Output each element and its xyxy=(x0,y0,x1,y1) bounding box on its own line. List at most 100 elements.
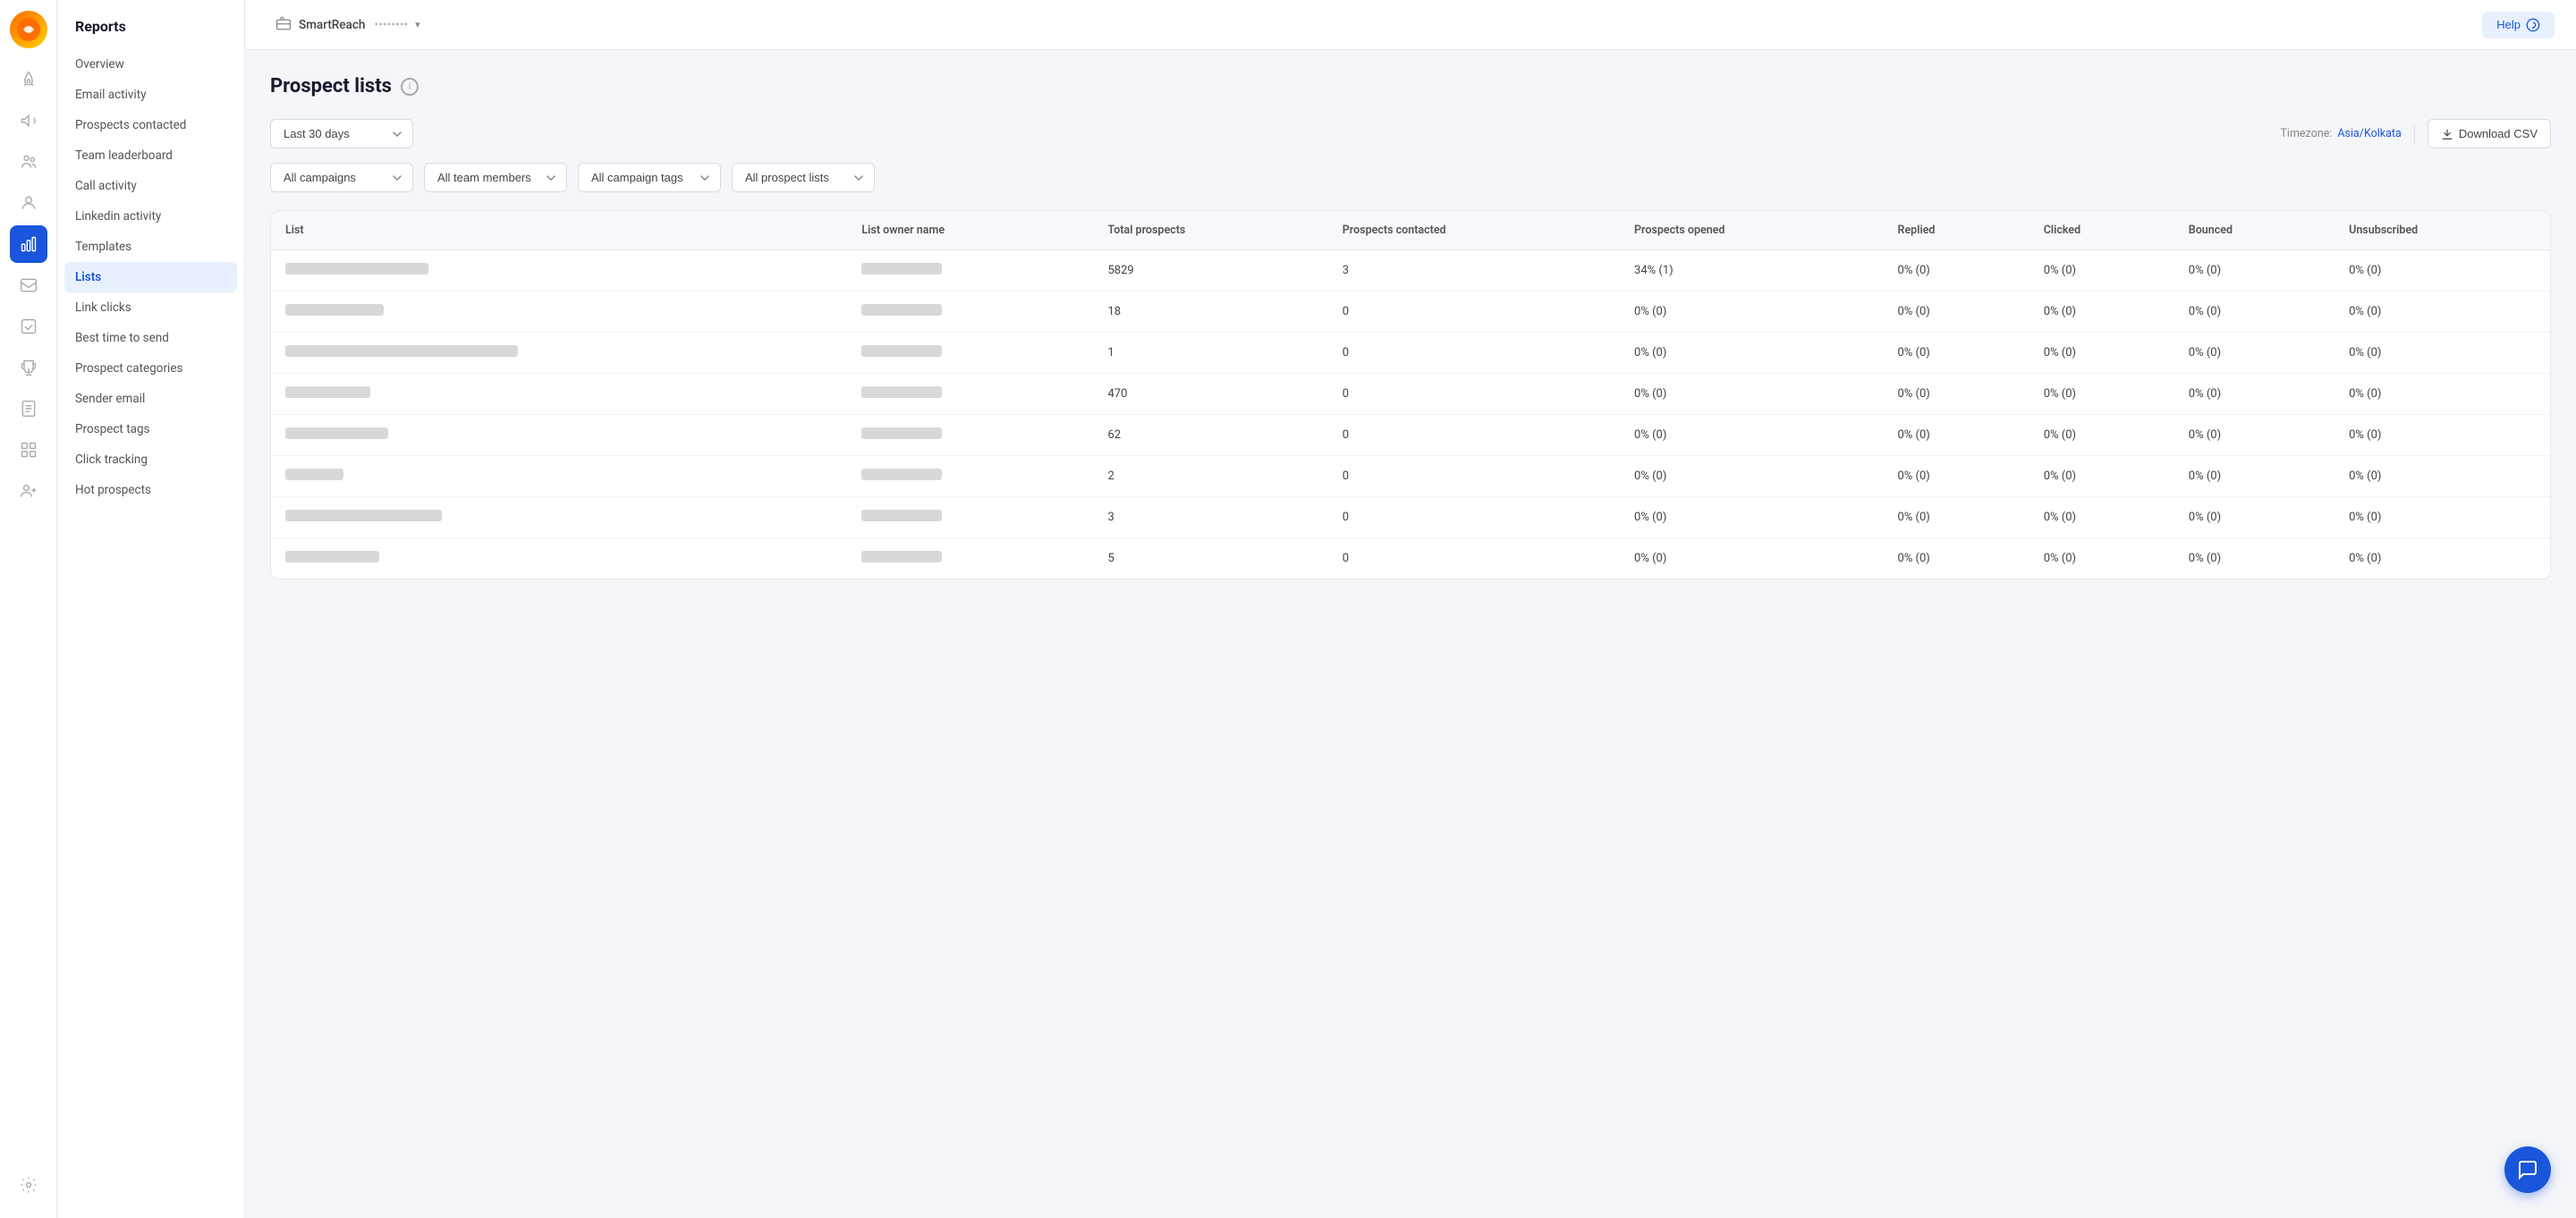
cell-replied-2: 0% (0) xyxy=(1884,333,2029,374)
table-row: 62 0 0% (0) 0% (0) 0% (0) 0% (0) 0% (0) xyxy=(271,415,2550,456)
sidebar-item-best-time-to-send[interactable]: Best time to send xyxy=(57,323,244,353)
col-unsubscribed: Unsubscribed xyxy=(2334,211,2550,250)
logo[interactable] xyxy=(10,11,47,48)
sidebar-item-templates[interactable]: Templates xyxy=(57,232,244,262)
sidebar-item-email-activity[interactable]: Email activity xyxy=(57,80,244,110)
left-nav: Reports OverviewEmail activityProspects … xyxy=(57,0,245,1218)
cell-unsubscribed-2: 0% (0) xyxy=(2334,333,2550,374)
timezone-value[interactable]: Asia/Kolkata xyxy=(2337,127,2401,140)
duration-select[interactable]: Last 7 daysLast 30 daysLast 90 daysCusto… xyxy=(270,119,413,148)
cell-clicked-4: 0% (0) xyxy=(2029,415,2174,456)
cell-opened-5: 0% (0) xyxy=(1620,456,1883,497)
cell-total-4: 62 xyxy=(1093,415,1327,456)
cell-total-0: 5829 xyxy=(1093,250,1327,292)
nav-icon-check[interactable] xyxy=(10,308,47,345)
col-replied: Replied xyxy=(1884,211,2029,250)
cell-unsubscribed-3: 0% (0) xyxy=(2334,374,2550,415)
nav-icon-megaphone[interactable] xyxy=(10,102,47,140)
nav-icon-grid[interactable] xyxy=(10,431,47,469)
timezone-label: Timezone: xyxy=(2280,127,2332,140)
lists-table: List List owner name Total prospects Pro… xyxy=(271,211,2550,579)
page-title-row: Prospect lists i xyxy=(270,75,2551,97)
cell-replied-0: 0% (0) xyxy=(1884,250,2029,292)
table-row: 2 0 0% (0) 0% (0) 0% (0) 0% (0) 0% (0) xyxy=(271,456,2550,497)
team-members-select[interactable]: All team members xyxy=(424,163,567,192)
table-header: List List owner name Total prospects Pro… xyxy=(271,211,2550,250)
cell-unsubscribed-4: 0% (0) xyxy=(2334,415,2550,456)
cell-list-5 xyxy=(271,456,847,497)
sidebar-item-overview[interactable]: Overview xyxy=(57,49,244,80)
sidebar-item-prospect-tags[interactable]: Prospect tags xyxy=(57,414,244,444)
col-opened: Prospects opened xyxy=(1620,211,1883,250)
cell-list-1 xyxy=(271,292,847,333)
nav-icon-doc[interactable] xyxy=(10,390,47,427)
sidebar-item-lists[interactable]: Lists xyxy=(64,262,237,292)
cell-opened-6: 0% (0) xyxy=(1620,497,1883,538)
sidebar-item-team-leaderboard[interactable]: Team leaderboard xyxy=(57,140,244,171)
nav-icon-people[interactable] xyxy=(10,143,47,181)
help-button[interactable]: Help xyxy=(2482,12,2555,38)
cell-replied-7: 0% (0) xyxy=(1884,538,2029,579)
top-bar: SmartReach •••••••• ▾ Help xyxy=(245,0,2576,50)
cell-unsubscribed-6: 0% (0) xyxy=(2334,497,2550,538)
cell-bounced-7: 0% (0) xyxy=(2174,538,2334,579)
workspace-suffix: •••••••• xyxy=(374,18,408,32)
sidebar-item-hot-prospects[interactable]: Hot prospects xyxy=(57,475,244,505)
icon-sidebar-bottom xyxy=(10,1166,47,1218)
campaign-tags-select[interactable]: All campaign tags xyxy=(578,163,721,192)
sidebar-item-prospect-categories[interactable]: Prospect categories xyxy=(57,353,244,384)
cell-clicked-2: 0% (0) xyxy=(2029,333,2174,374)
cell-list-7 xyxy=(271,538,847,579)
cell-unsubscribed-5: 0% (0) xyxy=(2334,456,2550,497)
lists-table-card: List List owner name Total prospects Pro… xyxy=(270,210,2551,579)
sidebar-item-linkedin-activity[interactable]: Linkedin activity xyxy=(57,201,244,232)
cell-replied-3: 0% (0) xyxy=(1884,374,2029,415)
nav-icon-chart[interactable] xyxy=(10,225,47,263)
main-area: SmartReach •••••••• ▾ Help Prospect list… xyxy=(245,0,2576,1218)
prospect-lists-select[interactable]: All prospect lists xyxy=(732,163,875,192)
cell-list-0 xyxy=(271,250,847,292)
reports-title: Reports xyxy=(57,18,244,49)
nav-icon-person[interactable] xyxy=(10,184,47,222)
nav-icon-person-add[interactable] xyxy=(10,472,47,510)
cell-owner-1 xyxy=(847,292,1093,333)
header-row: List List owner name Total prospects Pro… xyxy=(271,211,2550,250)
cell-contacted-1: 0 xyxy=(1328,292,1620,333)
cell-owner-4 xyxy=(847,415,1093,456)
cell-list-3 xyxy=(271,374,847,415)
cell-total-3: 470 xyxy=(1093,374,1327,415)
cell-opened-2: 0% (0) xyxy=(1620,333,1883,374)
sidebar-item-link-clicks[interactable]: Link clicks xyxy=(57,292,244,323)
cell-contacted-0: 3 xyxy=(1328,250,1620,292)
cell-list-4 xyxy=(271,415,847,456)
cell-bounced-2: 0% (0) xyxy=(2174,333,2334,374)
workspace-name: SmartReach xyxy=(299,18,365,32)
cell-list-6 xyxy=(271,497,847,538)
info-icon[interactable]: i xyxy=(401,78,419,96)
download-csv-button[interactable]: Download CSV xyxy=(2428,119,2551,148)
cell-opened-4: 0% (0) xyxy=(1620,415,1883,456)
sidebar-item-click-tracking[interactable]: Click tracking xyxy=(57,444,244,475)
cell-clicked-6: 0% (0) xyxy=(2029,497,2174,538)
nav-icon-rocket[interactable] xyxy=(10,61,47,98)
chat-fab-button[interactable] xyxy=(2504,1146,2551,1193)
cell-opened-1: 0% (0) xyxy=(1620,292,1883,333)
logo-circle xyxy=(10,11,47,48)
campaigns-select[interactable]: All campaigns xyxy=(270,163,413,192)
cell-unsubscribed-1: 0% (0) xyxy=(2334,292,2550,333)
nav-icon-email[interactable] xyxy=(10,266,47,304)
cell-bounced-4: 0% (0) xyxy=(2174,415,2334,456)
nav-icon-gear[interactable] xyxy=(10,1166,47,1204)
sidebar-item-sender-email[interactable]: Sender email xyxy=(57,384,244,414)
workspace-selector[interactable]: SmartReach •••••••• ▾ xyxy=(267,10,429,40)
sidebar-item-prospects-contacted[interactable]: Prospects contacted xyxy=(57,110,244,140)
cell-clicked-7: 0% (0) xyxy=(2029,538,2174,579)
cell-contacted-4: 0 xyxy=(1328,415,1620,456)
nav-icon-trophy[interactable] xyxy=(10,349,47,386)
cell-bounced-1: 0% (0) xyxy=(2174,292,2334,333)
sidebar-item-call-activity[interactable]: Call activity xyxy=(57,171,244,201)
cell-owner-3 xyxy=(847,374,1093,415)
cell-replied-4: 0% (0) xyxy=(1884,415,2029,456)
col-bounced: Bounced xyxy=(2174,211,2334,250)
cell-opened-3: 0% (0) xyxy=(1620,374,1883,415)
